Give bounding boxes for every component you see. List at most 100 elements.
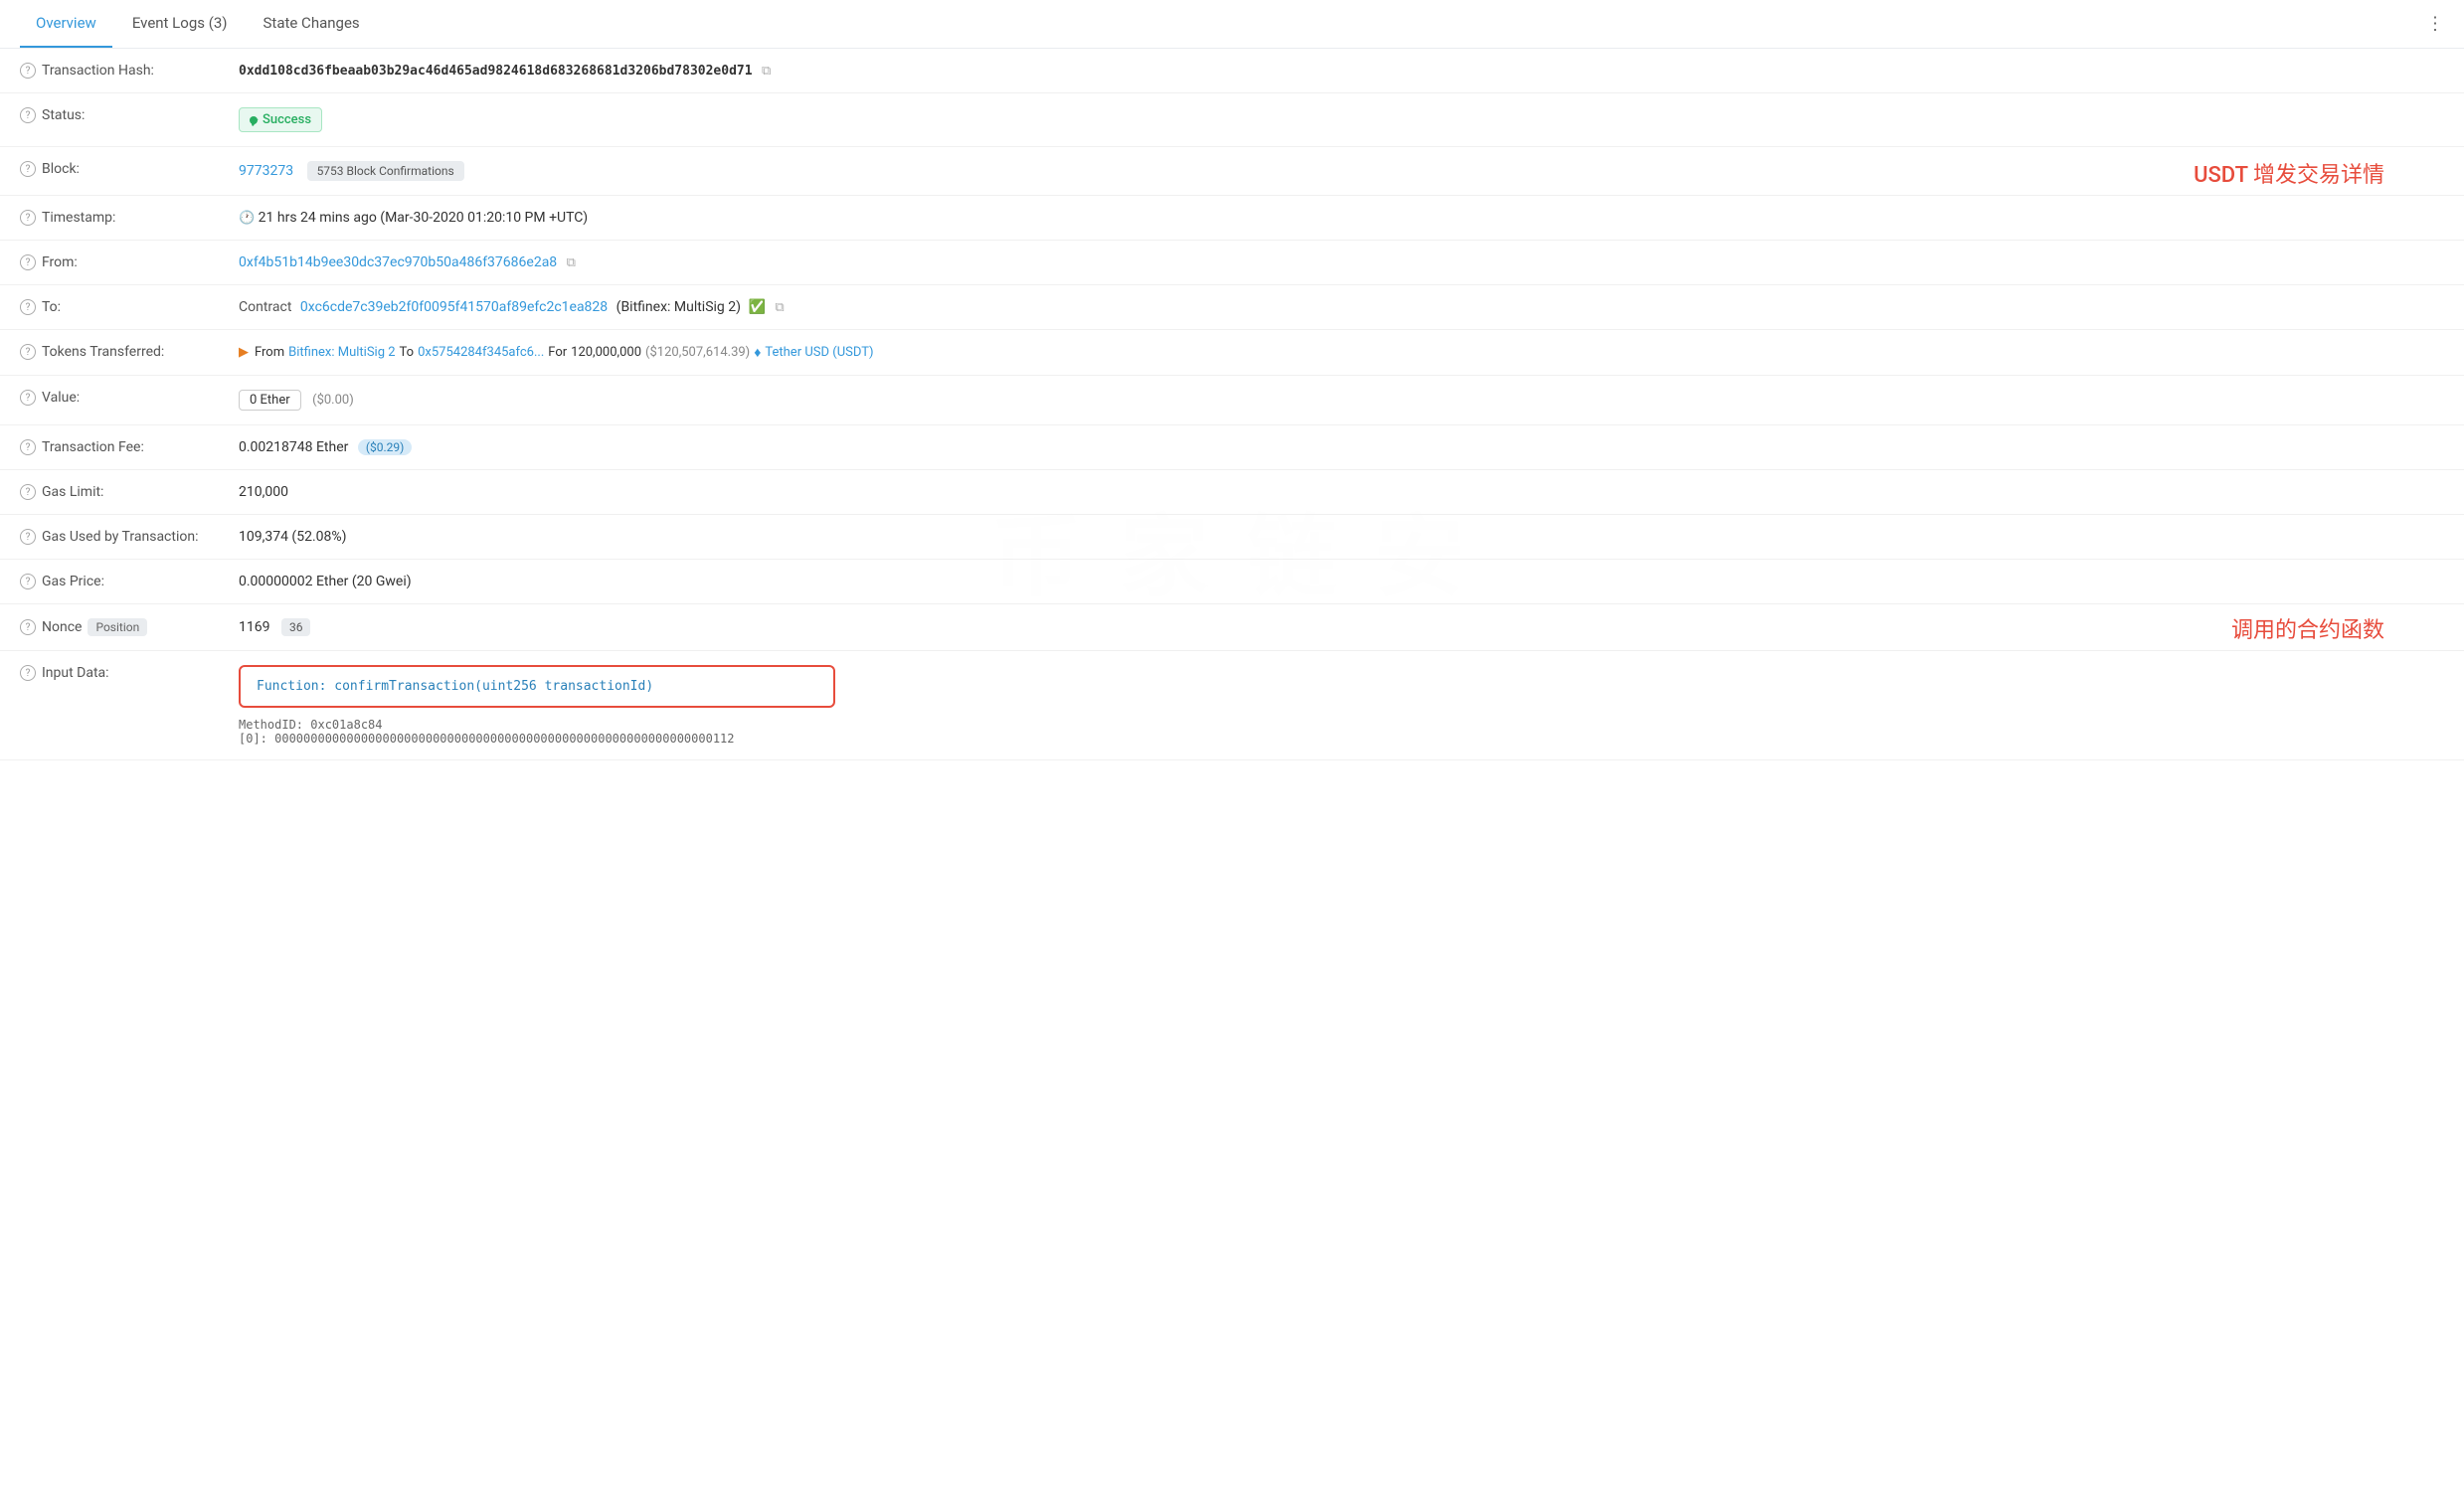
table-row-tx-fee: ? Transaction Fee: 0.00218748 Ether ($0.…	[0, 425, 2464, 470]
details-table: ? Transaction Hash: 0xdd108cd36fbeaab03b…	[0, 49, 2464, 760]
status-value: Success	[263, 112, 311, 127]
success-dot-icon: ✓	[250, 116, 258, 124]
to-value-cell: Contract 0xc6cde7c39eb2f0f0095f41570af89…	[219, 285, 2464, 330]
tx-fee-amount: 0.00218748 Ether	[239, 439, 348, 455]
verified-icon: ✅	[748, 299, 765, 315]
status-label: Status:	[42, 107, 85, 123]
status-label-cell: ? Status:	[0, 93, 219, 147]
gas-limit-help-icon[interactable]: ?	[20, 484, 36, 500]
tx-hash-value-cell: 0xdd108cd36fbeaab03b29ac46d465ad9824618d…	[219, 49, 2464, 93]
token-amount: 120,000,000	[571, 345, 641, 360]
to-label: To:	[42, 299, 61, 315]
input-data-label: Input Data:	[42, 665, 109, 681]
more-menu-icon[interactable]: ⋮	[2426, 14, 2444, 35]
value-usd: ($0.00)	[312, 393, 354, 408]
input-data-value-cell: Function: confirmTransaction(uint256 tra…	[219, 651, 2464, 760]
gas-price-value: 0.00000002 Ether (20 Gwei)	[239, 574, 412, 589]
input-data-label-cell: ? Input Data:	[0, 651, 219, 760]
gas-used-label-cell: ? Gas Used by Transaction:	[0, 515, 219, 560]
input-data-box: Function: confirmTransaction(uint256 tra…	[239, 665, 835, 708]
token-to-link[interactable]: 0x5754284f345afc6...	[418, 345, 544, 360]
table-row-to: ? To: Contract 0xc6cde7c39eb2f0f0095f415…	[0, 285, 2464, 330]
clock-icon: 🕐	[239, 211, 255, 226]
value-help-icon[interactable]: ?	[20, 390, 36, 406]
gas-used-help-icon[interactable]: ?	[20, 529, 36, 545]
token-usd-amount: ($120,507,614.39)	[645, 345, 750, 360]
gas-limit-value-cell: 210,000	[219, 470, 2464, 515]
gas-used-label: Gas Used by Transaction:	[42, 529, 198, 545]
nonce-help-icon[interactable]: ?	[20, 619, 36, 635]
table-row-gas-price: ? Gas Price: 0.00000002 Ether (20 Gwei)	[0, 560, 2464, 604]
token-for-label: For	[548, 345, 567, 360]
tx-hash-help-icon[interactable]: ?	[20, 63, 36, 79]
timestamp-help-icon[interactable]: ?	[20, 210, 36, 226]
tokens-label-cell: ? Tokens Transferred:	[0, 330, 219, 376]
tabs-bar: Overview Event Logs (3) State Changes ⋮	[0, 0, 2464, 49]
transfer-arrow-icon: ▶	[239, 345, 249, 360]
input-data-method-id: MethodID: 0xc01a8c84	[239, 718, 2444, 732]
input-data-help-icon[interactable]: ?	[20, 665, 36, 681]
tokens-value-cell: ▶ From Bitfinex: MultiSig 2 To 0x5754284…	[219, 330, 2464, 376]
tokens-help-icon[interactable]: ?	[20, 344, 36, 360]
to-contract-prefix: Contract	[239, 299, 291, 315]
token-name-link[interactable]: Tether USD (USDT)	[765, 345, 873, 360]
gas-price-help-icon[interactable]: ?	[20, 574, 36, 589]
nonce-position-badge: Position	[88, 618, 147, 636]
table-row-tokens-transferred: ? Tokens Transferred: ▶ From Bitfinex: M…	[0, 330, 2464, 376]
gas-limit-label: Gas Limit:	[42, 484, 103, 500]
to-contract-address-link[interactable]: 0xc6cde7c39eb2f0f0095f41570af89efc2c1ea8…	[300, 299, 608, 315]
tx-hash-value: 0xdd108cd36fbeaab03b29ac46d465ad9824618d…	[239, 64, 753, 79]
tx-fee-label: Transaction Fee:	[42, 439, 144, 455]
from-address-link[interactable]: 0xf4b51b14b9ee30dc37ec970b50a486f37686e2…	[239, 254, 557, 270]
token-diamond-icon: ♦	[754, 344, 761, 361]
status-value-cell: ✓ Success	[219, 93, 2464, 147]
table-row-value: ? Value: 0 Ether ($0.00)	[0, 376, 2464, 425]
block-annotation: USDT 增发交易详情	[2194, 157, 2384, 189]
table-row-input-data: ? Input Data: Function: confirmTransacti…	[0, 651, 2464, 760]
tx-fee-value-cell: 0.00218748 Ether ($0.29)	[219, 425, 2464, 470]
nonce-label-cell: ? Nonce Position	[0, 604, 219, 651]
table-row-block: ? Block: 9773273 5753 Block Confirmation…	[0, 147, 2464, 196]
from-copy-icon[interactable]: ⧉	[567, 255, 576, 270]
tx-hash-copy-icon[interactable]: ⧉	[762, 64, 771, 79]
nonce-annotation: 调用的合约函数	[2231, 612, 2384, 644]
token-from-label: From	[255, 345, 284, 360]
tab-overview[interactable]: Overview	[20, 0, 112, 48]
from-help-icon[interactable]: ?	[20, 254, 36, 270]
status-help-icon[interactable]: ?	[20, 107, 36, 123]
table-row-from: ? From: 0xf4b51b14b9ee30dc37ec970b50a486…	[0, 241, 2464, 285]
input-data-param0: [0]: 00000000000000000000000000000000000…	[239, 732, 2444, 746]
token-transfer-row: ▶ From Bitfinex: MultiSig 2 To 0x5754284…	[239, 344, 2444, 361]
value-label-cell: ? Value:	[0, 376, 219, 425]
block-number-link[interactable]: 9773273	[239, 163, 293, 179]
gas-used-value-cell: 109,374 (52.08%)	[219, 515, 2464, 560]
table-row-nonce: ? Nonce Position 1169 36 调用的合约函数	[0, 604, 2464, 651]
input-data-method-section: MethodID: 0xc01a8c84 [0]: 00000000000000…	[239, 718, 2444, 746]
tokens-label: Tokens Transferred:	[42, 344, 164, 360]
block-value-cell: 9773273 5753 Block Confirmations USDT 增发…	[219, 147, 2464, 196]
to-help-icon[interactable]: ?	[20, 299, 36, 315]
tx-fee-help-icon[interactable]: ?	[20, 439, 36, 455]
from-value-cell: 0xf4b51b14b9ee30dc37ec970b50a486f37686e2…	[219, 241, 2464, 285]
table-row-status: ? Status: ✓ Success	[0, 93, 2464, 147]
to-contract-name: (Bitfinex: MultiSig 2)	[616, 299, 741, 315]
tab-state-changes[interactable]: State Changes	[248, 0, 376, 48]
block-help-icon[interactable]: ?	[20, 161, 36, 177]
from-label: From:	[42, 254, 78, 270]
tx-fee-label-cell: ? Transaction Fee:	[0, 425, 219, 470]
tx-hash-label-cell: ? Transaction Hash:	[0, 49, 219, 93]
table-row-tx-hash: ? Transaction Hash: 0xdd108cd36fbeaab03b…	[0, 49, 2464, 93]
to-copy-icon[interactable]: ⧉	[775, 300, 784, 315]
value-amount: 0 Ether	[250, 393, 290, 408]
timestamp-value-cell: 🕐 21 hrs 24 mins ago (Mar-30-2020 01:20:…	[219, 196, 2464, 241]
token-from-link[interactable]: Bitfinex: MultiSig 2	[288, 345, 395, 360]
token-to-label: To	[400, 345, 415, 360]
from-label-cell: ? From:	[0, 241, 219, 285]
tab-event-logs[interactable]: Event Logs (3)	[116, 0, 244, 48]
status-badge: ✓ Success	[239, 107, 322, 132]
nonce-value: 1169	[239, 619, 269, 635]
confirmations-badge: 5753 Block Confirmations	[307, 161, 464, 181]
table-row-timestamp: ? Timestamp: 🕐 21 hrs 24 mins ago (Mar-3…	[0, 196, 2464, 241]
input-data-function-line: Function: confirmTransaction(uint256 tra…	[257, 679, 817, 694]
gas-price-label-cell: ? Gas Price:	[0, 560, 219, 604]
